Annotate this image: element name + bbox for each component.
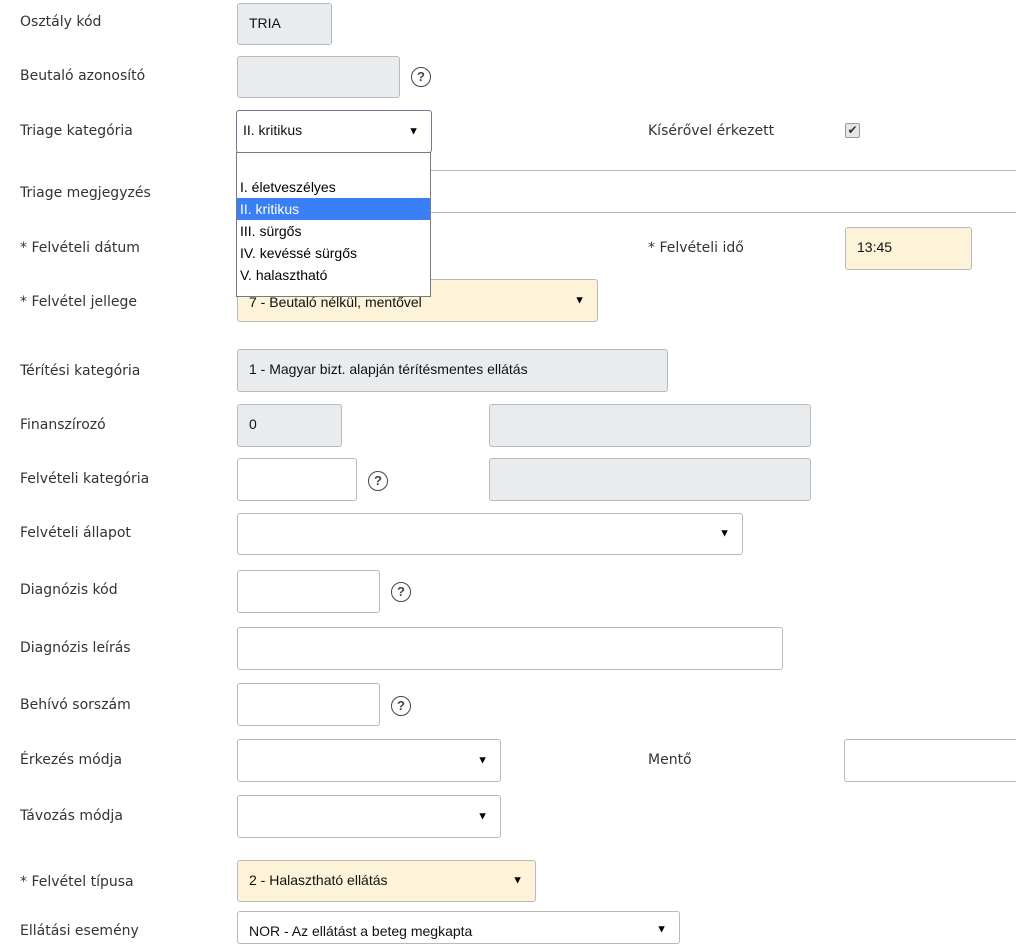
label-osztaly-kod: Osztály kód [20,14,102,30]
felveteli-kategoria-input[interactable] [237,458,357,501]
check-icon: ✔ [847,123,858,137]
ellatasi-esemeny-select[interactable]: NOR - Az ellátást a beteg megkapta ▼ [237,911,680,944]
tavozas-modja-select[interactable]: ▼ [237,795,501,838]
felveteli-allapot-select[interactable]: ▼ [237,513,743,555]
chevron-down-icon: ▼ [477,810,488,822]
label-diagnozis-leiras: Diagnózis leírás [20,640,131,656]
label-felveteli-ido: * Felvételi idő [648,240,744,256]
chevron-down-icon: ▼ [656,923,667,936]
mento-input[interactable] [844,739,1016,782]
triage-option[interactable]: V. halasztható [237,264,430,286]
label-finanszirozo: Finanszírozó [20,417,106,433]
label-felveteli-allapot: Felvételi állapot [20,525,131,541]
label-teritesi-kategoria: Térítési kategória [20,363,141,379]
behivo-sorszam-input[interactable] [237,683,380,726]
triage-kategoria-dropdown-list[interactable]: I. életveszélyes II. kritikus III. sürgő… [236,152,431,297]
label-felveteli-kategoria: Felvételi kategória [20,471,150,487]
finanszirozo-desc-field [489,404,811,447]
label-diagnozis-kod: Diagnózis kód [20,582,118,598]
felveteli-ido-value: 13:45 [857,239,893,255]
beutalo-help-icon[interactable]: ? [411,67,431,87]
label-erkezes-modja: Érkezés módja [20,752,123,768]
label-felvetel-jellege: * Felvétel jellege [20,294,137,310]
chevron-down-icon: ▼ [574,294,585,306]
chevron-down-icon: ▼ [512,874,523,887]
diagnozis-leiras-input[interactable] [237,627,783,670]
teritesi-kategoria-field: 1 - Magyar bizt. alapján térítésmentes e… [237,349,668,392]
kiserovel-erkezett-checkbox[interactable]: ✔ [845,123,860,138]
label-felvetel-tipusa: * Felvétel típusa [20,874,134,890]
label-tavozas-modja: Távozás módja [20,808,123,824]
label-behivo-sorszam: Behívó sorszám [20,697,131,713]
felvetel-tipusa-value: 2 - Halasztható ellátás [249,872,388,888]
label-beutalo-azonosito: Beutaló azonosító [20,68,146,84]
finanszirozo-code-field: 0 [237,404,342,447]
triage-option[interactable]: III. sürgős [237,220,430,242]
chevron-down-icon: ▼ [408,125,419,137]
chevron-down-icon: ▼ [477,754,488,766]
label-ellatasi-esemeny: Ellátási esemény [20,923,139,939]
diagnozis-help-icon[interactable]: ? [391,582,411,602]
chevron-down-icon: ▼ [719,527,730,540]
beutalo-azonosito-field [237,56,400,98]
diagnozis-kod-input[interactable] [237,570,380,613]
felveteli-kategoria-desc-field [489,458,811,501]
label-felveteli-datum: * Felvételi dátum [20,240,140,256]
triage-kategoria-select[interactable]: II. kritikus ▼ [236,110,432,153]
label-triage-kategoria: Triage kategória [20,123,133,139]
triage-option[interactable]: I. életveszélyes [237,176,430,198]
erkezes-modja-select[interactable]: ▼ [237,739,501,782]
triage-kategoria-value: II. kritikus [243,122,303,138]
triage-option[interactable]: IV. kevéssé sürgős [237,242,430,264]
teritesi-kategoria-value: 1 - Magyar bizt. alapján térítésmentes e… [249,361,528,377]
triage-option-selected[interactable]: II. kritikus [237,198,430,220]
felveteli-kategoria-help-icon[interactable]: ? [368,471,388,491]
finanszirozo-value: 0 [249,416,257,432]
felveteli-ido-input[interactable]: 13:45 [845,227,972,270]
osztaly-kod-value: TRIA [249,15,281,31]
label-triage-megjegyzes: Triage megjegyzés [20,185,151,201]
felvetel-tipusa-select[interactable]: 2 - Halasztható ellátás ▼ [237,860,536,902]
osztaly-kod-field: TRIA [237,3,332,45]
ellatasi-esemeny-value: NOR - Az ellátást a beteg megkapta [249,923,473,939]
behivo-help-icon[interactable]: ? [391,696,411,716]
label-mento: Mentő [648,752,692,768]
label-kiserovel-erkezett: Kísérővel érkezett [648,123,775,139]
